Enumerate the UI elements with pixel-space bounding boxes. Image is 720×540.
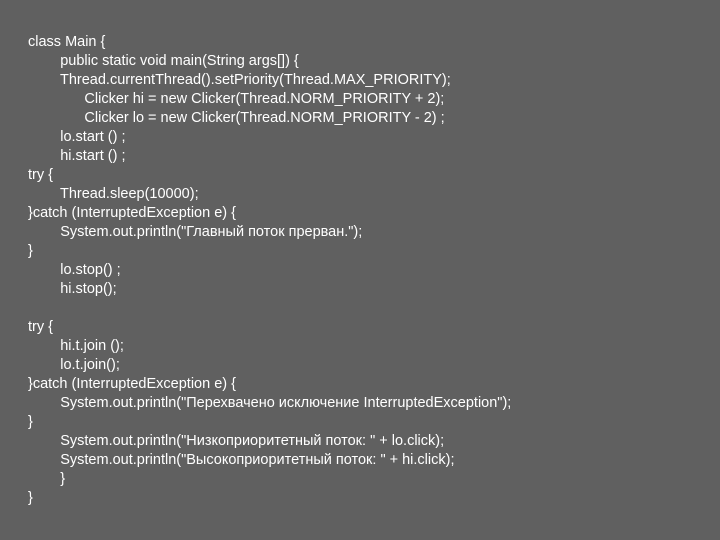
code-line: } — [28, 490, 33, 506]
code-line: lo.stop() ; — [28, 262, 121, 278]
code-line: hi.stop(); — [28, 281, 117, 297]
code-line: System.out.println("Главный поток прерва… — [28, 224, 362, 240]
code-line: hi.start () ; — [28, 148, 126, 164]
code-line: class Main { — [28, 34, 105, 50]
code-line: Clicker hi = new Clicker(Thread.NORM_PRI… — [28, 91, 444, 107]
code-line: hi.t.join (); — [28, 338, 124, 354]
code-line: lo.t.join(); — [28, 357, 120, 373]
code-line: Thread.currentThread().setPriority(Threa… — [28, 72, 451, 88]
code-line: try { — [28, 167, 53, 183]
code-line: System.out.println("Низкоприоритетный по… — [28, 433, 444, 449]
code-line: try { — [28, 319, 53, 335]
code-line: } — [28, 414, 33, 430]
code-line: }catch (InterruptedException e) { — [28, 205, 236, 221]
code-line: System.out.println("Перехвачено исключен… — [28, 395, 511, 411]
code-line: Thread.sleep(10000); — [28, 186, 199, 202]
code-line: } — [28, 243, 33, 259]
code-block: class Main { public static void main(Str… — [0, 0, 720, 508]
code-line: System.out.println("Высокоприоритетный п… — [28, 452, 454, 468]
code-line: lo.start () ; — [28, 129, 126, 145]
code-line: } — [28, 471, 65, 487]
code-line: Clicker lo = new Clicker(Thread.NORM_PRI… — [28, 110, 445, 126]
code-line: public static void main(String args[]) { — [28, 53, 299, 69]
code-line: }catch (InterruptedException e) { — [28, 376, 236, 392]
